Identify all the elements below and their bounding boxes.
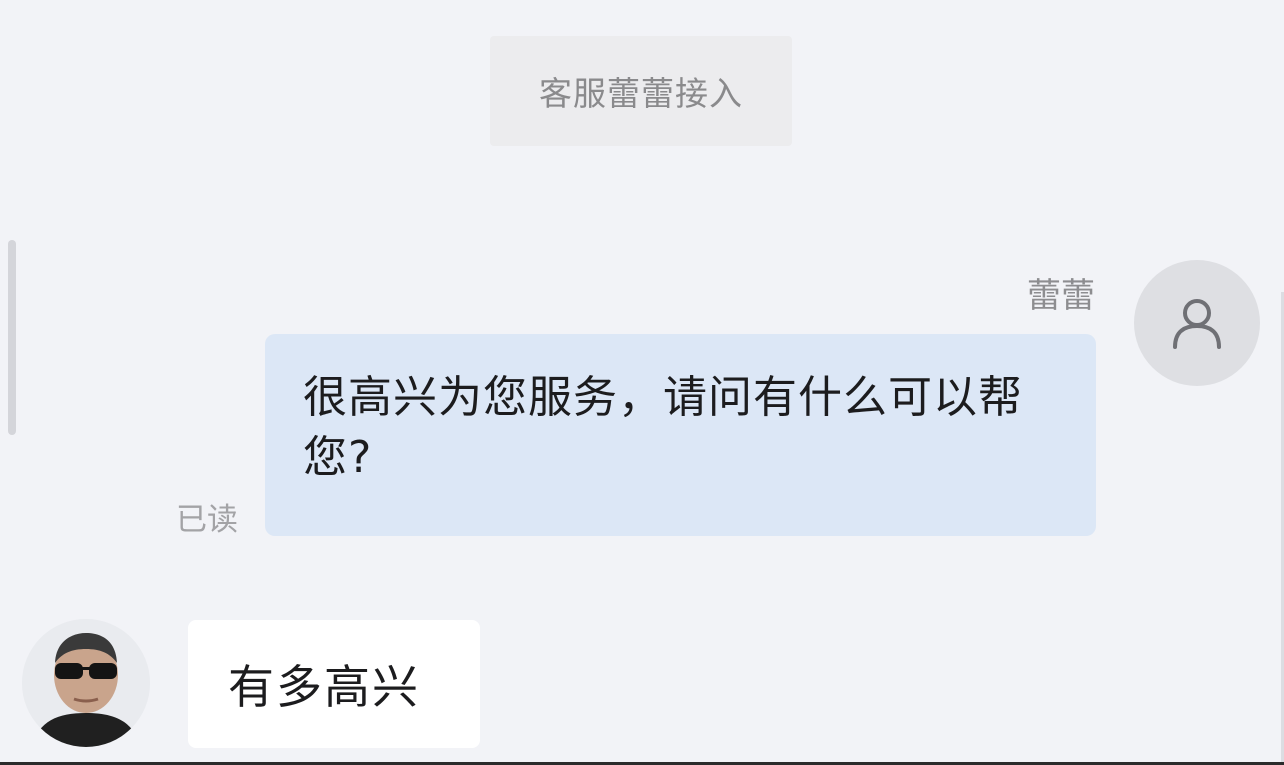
- system-notice: 客服蕾蕾接入: [490, 36, 792, 146]
- agent-message-text: 很高兴为您服务，请问有什么可以帮您?: [303, 372, 1023, 483]
- agent-avatar[interactable]: [1134, 260, 1260, 386]
- agent-message-bubble[interactable]: 很高兴为您服务，请问有什么可以帮您?: [265, 334, 1096, 536]
- user-message-text: 有多高兴: [228, 660, 420, 714]
- system-notice-text: 客服蕾蕾接入: [539, 74, 743, 113]
- person-outline-icon: [1173, 299, 1221, 349]
- read-receipt: 已读: [176, 502, 238, 538]
- chat-area[interactable]: 客服蕾蕾接入 蕾蕾 很高兴为您服务，请问有什么可以帮您? 已读 有多高兴: [0, 0, 1284, 765]
- scrollbar[interactable]: [8, 240, 16, 435]
- user-photo-avatar: [22, 619, 150, 747]
- agent-name: 蕾蕾: [1027, 276, 1095, 316]
- user-avatar[interactable]: [22, 619, 150, 747]
- user-message-bubble[interactable]: 有多高兴: [188, 620, 480, 748]
